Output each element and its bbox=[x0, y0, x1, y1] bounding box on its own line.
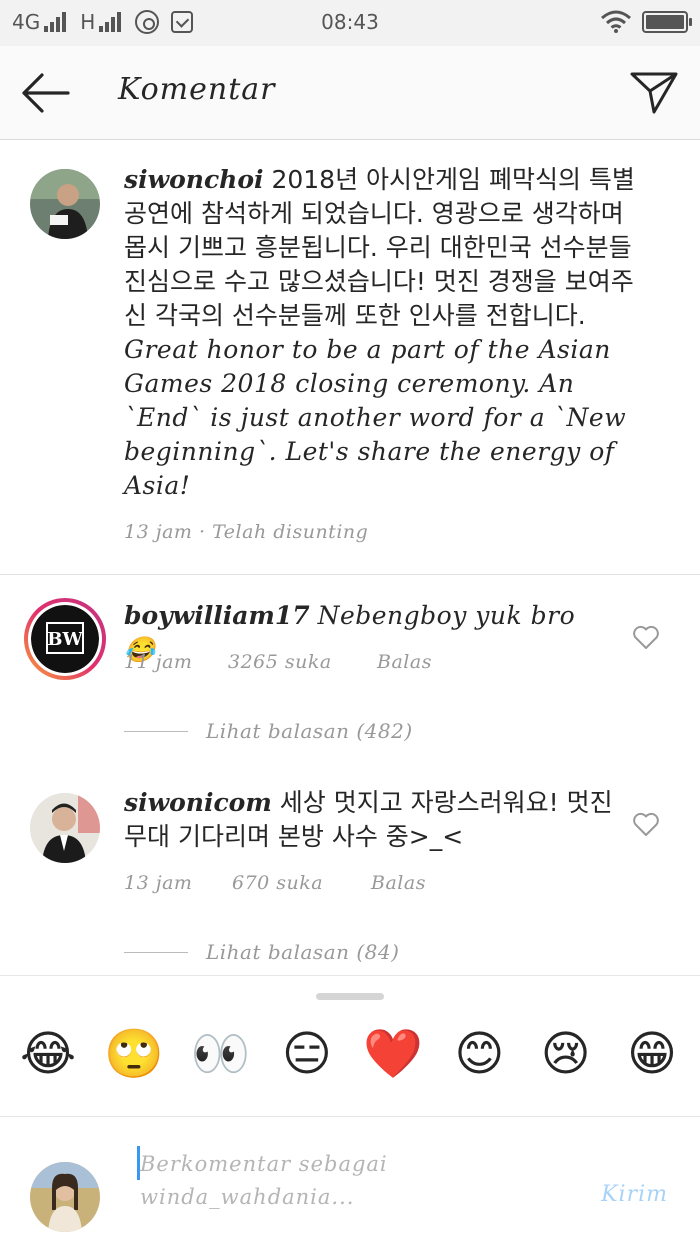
comment-likes[interactable]: 670 suka bbox=[232, 872, 323, 894]
caption-username[interactable]: siwonchoi bbox=[124, 165, 264, 194]
comment-likes[interactable]: 3265 suka bbox=[228, 651, 332, 673]
emoji-smiling-eyes[interactable]: 😊 bbox=[449, 1024, 509, 1084]
reply-label[interactable]: Balas bbox=[377, 651, 432, 673]
wifi-icon bbox=[601, 10, 631, 33]
view-replies-button[interactable]: Lihat balasan (84) bbox=[124, 940, 399, 964]
emoji-red-heart[interactable]: ❤️ bbox=[363, 1024, 423, 1084]
emoji-row: 😂 🙄 👀 😑 ❤️ 😊 😢 😁 bbox=[18, 1024, 682, 1084]
emoji-reaction-bar: 😂 🙄 👀 😑 ❤️ 😊 😢 😁 bbox=[0, 975, 700, 1117]
view-replies-line bbox=[124, 730, 188, 732]
emoji-crying[interactable]: 😢 bbox=[536, 1024, 596, 1084]
edited-label: Telah disunting bbox=[212, 521, 369, 543]
svg-text:BW: BW bbox=[47, 629, 83, 650]
view-replies-line bbox=[124, 951, 188, 953]
avatar-boywilliam17[interactable]: BW bbox=[24, 598, 106, 680]
caption-time: 13 jam bbox=[124, 521, 193, 543]
comment-text: siwonicom 세상 멋지고 자랑스러워요! 멋진 무대 기다리며 본방 사… bbox=[124, 786, 614, 854]
reply-button[interactable]: Balas bbox=[377, 651, 432, 673]
comment-username[interactable]: boywilliam17 bbox=[124, 601, 310, 630]
comment-time: 13 jam bbox=[124, 872, 193, 894]
reply-button[interactable]: Balas bbox=[371, 872, 426, 894]
status-time: 08:43 bbox=[321, 10, 379, 34]
divider bbox=[0, 574, 700, 575]
status-bar: 4G H 08:43 bbox=[0, 0, 700, 46]
status-right bbox=[600, 10, 692, 34]
comment-meta: 13 jam bbox=[124, 872, 192, 894]
drag-handle[interactable] bbox=[316, 993, 384, 1000]
top-nav-bar: Komentar bbox=[0, 46, 700, 140]
view-replies-label[interactable]: Lihat balasan (482) bbox=[206, 719, 413, 743]
comment-input[interactable]: Berkomentar sebagai winda_wahdania... bbox=[140, 1148, 560, 1214]
comment-input-bar: Berkomentar sebagai winda_wahdania... Ki… bbox=[0, 1118, 700, 1244]
battery-level bbox=[646, 15, 684, 29]
comment-meta: 11 jam bbox=[124, 651, 192, 673]
emoji-eye-roll[interactable]: 🙄 bbox=[104, 1024, 164, 1084]
reply-label[interactable]: Balas bbox=[371, 872, 426, 894]
comment-time: 11 jam bbox=[124, 651, 193, 673]
page-title: Komentar bbox=[118, 72, 276, 107]
heart-icon[interactable] bbox=[632, 811, 660, 837]
avatar-siwonicom[interactable] bbox=[30, 793, 100, 863]
battery-icon bbox=[642, 11, 692, 33]
likes-count[interactable]: 670 suka bbox=[232, 872, 323, 894]
view-replies-label[interactable]: Lihat balasan (84) bbox=[206, 940, 399, 964]
emoji-expressionless[interactable]: 😑 bbox=[277, 1024, 337, 1084]
paper-plane-icon[interactable] bbox=[628, 68, 680, 118]
comment-username[interactable]: siwonicom bbox=[124, 788, 272, 817]
comment-text: boywilliam17 Nebengboy yuk bro 😂 bbox=[124, 599, 614, 667]
caption-meta: 13 jam · Telah disunting bbox=[124, 521, 368, 543]
emoji-grinning[interactable]: 😁 bbox=[622, 1024, 682, 1084]
view-replies-button[interactable]: Lihat balasan (482) bbox=[124, 719, 413, 743]
heart-icon[interactable] bbox=[632, 624, 660, 650]
post-button[interactable]: Kirim bbox=[601, 1182, 668, 1207]
arrow-left-icon[interactable] bbox=[18, 68, 74, 118]
emoji-tears-of-joy[interactable]: 😂 bbox=[18, 1024, 78, 1084]
caption-text: siwonchoi 2018년 아시안게임 폐막식의 특별공연에 참석하게 되었… bbox=[124, 163, 644, 503]
caption-english-text: Great honor to be a part of the Asian Ga… bbox=[124, 335, 627, 500]
meta-separator: · bbox=[199, 521, 206, 543]
avatar-current-user bbox=[30, 1162, 100, 1232]
emoji-eyes[interactable]: 👀 bbox=[191, 1024, 251, 1084]
avatar-siwonchoi[interactable] bbox=[30, 169, 100, 239]
likes-count[interactable]: 3265 suka bbox=[228, 651, 332, 673]
